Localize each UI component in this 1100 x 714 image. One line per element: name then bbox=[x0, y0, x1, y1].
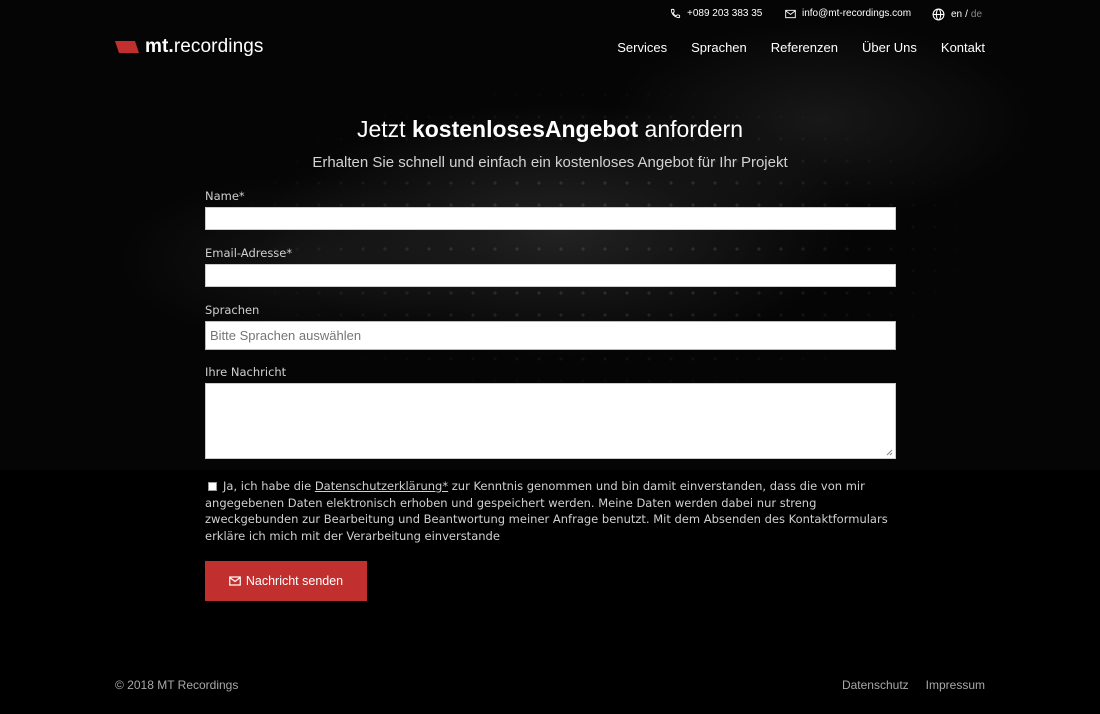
lang-separator: / bbox=[965, 9, 968, 20]
name-label: Name* bbox=[205, 189, 245, 203]
phone-link[interactable]: +089 203 383 35 bbox=[670, 8, 762, 19]
message-label: Ihre Nachricht bbox=[205, 365, 287, 379]
logo-mark-icon bbox=[115, 41, 139, 53]
globe-icon bbox=[932, 8, 945, 21]
logo-text: mt.recordings bbox=[145, 36, 264, 57]
nav-item-referenzen[interactable]: Referenzen bbox=[771, 40, 838, 55]
phone-icon bbox=[670, 8, 681, 19]
lang-en-link[interactable]: en bbox=[951, 9, 962, 20]
privacy-policy-link[interactable]: Datenschutzerklärung* bbox=[315, 479, 448, 493]
message-field[interactable] bbox=[205, 383, 896, 459]
languages-placeholder: Bitte Sprachen auswählen bbox=[210, 328, 362, 343]
email-label: Email-Adresse* bbox=[205, 246, 293, 260]
consent-checkbox[interactable] bbox=[208, 482, 217, 491]
nav-item-ueber-uns[interactable]: Über Uns bbox=[862, 40, 917, 55]
copyright: © 2018 MT Recordings bbox=[115, 678, 239, 692]
nav-item-sprachen[interactable]: Sprachen bbox=[691, 40, 747, 55]
topbar: +089 203 383 35 info@mt-recordings.com e… bbox=[0, 8, 1100, 24]
phone-number: +089 203 383 35 bbox=[687, 8, 763, 19]
footer-links: Datenschutz Impressum bbox=[842, 678, 985, 692]
envelope-icon bbox=[785, 9, 796, 19]
name-field[interactable] bbox=[205, 207, 896, 230]
footer-link-datenschutz[interactable]: Datenschutz bbox=[842, 678, 909, 692]
email-field[interactable] bbox=[205, 264, 896, 287]
page-subtitle: Erhalten Sie schnell und einfach ein kos… bbox=[312, 154, 788, 171]
nav-item-services[interactable]: Services bbox=[617, 40, 667, 55]
footer-link-impressum[interactable]: Impressum bbox=[926, 678, 985, 692]
consent-text: Ja, ich habe die Datenschutzerklärung* z… bbox=[205, 478, 905, 544]
consent-pre: Ja, ich habe die bbox=[223, 479, 315, 493]
languages-label: Sprachen bbox=[205, 303, 260, 317]
send-message-label: Nachricht senden bbox=[245, 574, 344, 588]
logo[interactable]: mt.recordings bbox=[115, 36, 264, 58]
main-nav: Services Sprachen Referenzen Über Uns Ko… bbox=[617, 40, 985, 55]
email-link[interactable]: info@mt-recordings.com bbox=[785, 8, 911, 19]
email-address: info@mt-recordings.com bbox=[802, 8, 912, 19]
envelope-icon bbox=[229, 576, 241, 586]
language-switcher: en / de bbox=[932, 8, 982, 21]
resize-handle-icon[interactable] bbox=[886, 449, 893, 456]
page-title: Jetzt kostenlosesAngebot anfordern bbox=[356, 116, 744, 142]
languages-select[interactable]: Bitte Sprachen auswählen bbox=[205, 321, 896, 350]
send-message-button[interactable]: Nachricht senden bbox=[205, 561, 367, 601]
lang-de-link[interactable]: de bbox=[971, 9, 982, 20]
nav-item-kontakt[interactable]: Kontakt bbox=[941, 40, 985, 55]
